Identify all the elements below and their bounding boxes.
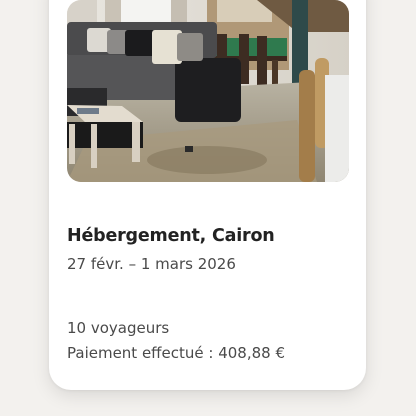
booking-dates: 27 févr. – 1 mars 2026 xyxy=(67,255,236,273)
reservation-card[interactable]: Hébergement, Cairon 27 févr. – 1 mars 20… xyxy=(49,0,366,390)
payment-status: Paiement effectué : 408,88 € xyxy=(67,344,285,362)
listing-title: Hébergement, Cairon xyxy=(67,226,275,246)
listing-photo[interactable] xyxy=(67,0,349,182)
guest-count: 10 voyageurs xyxy=(67,319,170,337)
